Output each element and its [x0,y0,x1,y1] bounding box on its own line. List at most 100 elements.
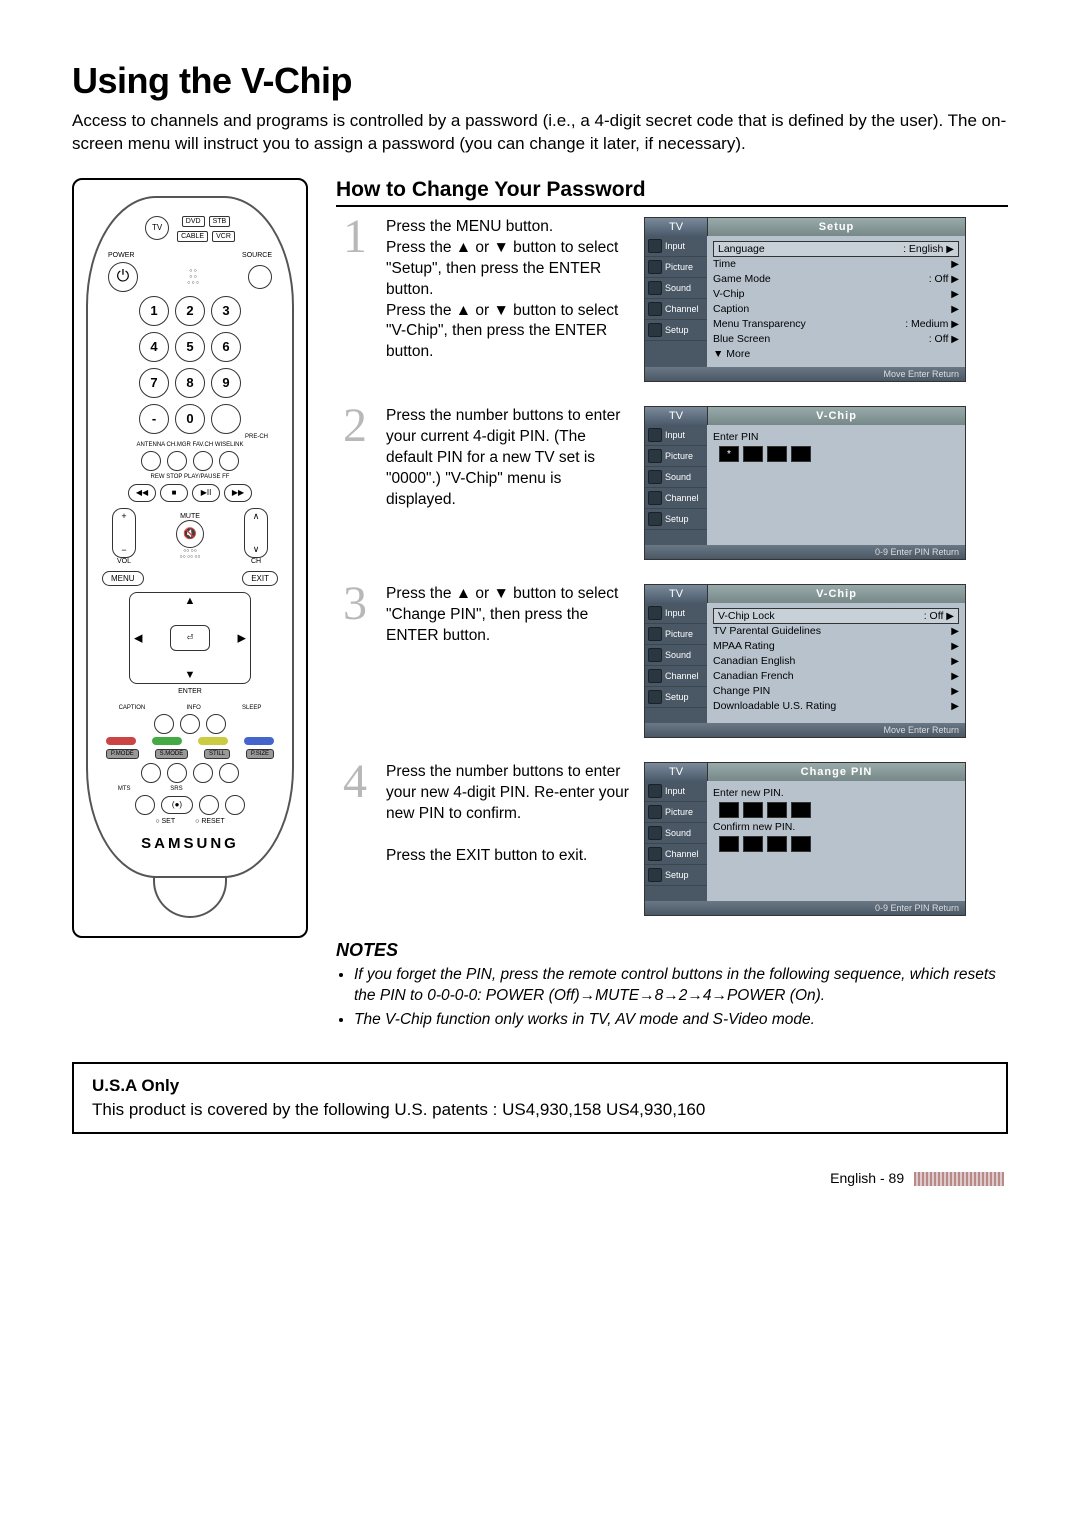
remote-num-4: 4 [139,332,169,362]
osd-side-item: Input [645,236,707,257]
remote-mode-dvd: DVD [182,216,205,227]
remote-dash: - [139,404,169,434]
osd-side-item: Setup [645,687,707,708]
osd-side-item: Picture [645,624,707,645]
osd-row: Language: English ▶ [713,241,959,257]
remote-mode-stb: STB [209,216,231,227]
remote-exit: EXIT [242,571,278,586]
remote-power-label: POWER [108,252,134,259]
notes-list: If you forget the PIN, press the remote … [336,965,1008,1031]
remote-num-1: 1 [139,296,169,326]
remote-prech-btn [211,404,241,434]
pin-box [767,446,787,462]
remote-mode-cable: CABLE [177,231,208,242]
step-text: Press the MENU button.Press the ▲ or ▼ b… [386,217,632,363]
osd-row: MPAA Rating ▶ [713,639,959,654]
remote-num-0: 0 [175,404,205,434]
osd-side-item: Channel [645,488,707,509]
osd-row: Blue Screen: Off ▶ [713,332,959,347]
usa-box: U.S.A Only This product is covered by th… [72,1062,1008,1134]
page-title: Using the V-Chip [72,60,1008,102]
osd-side-item: Sound [645,278,707,299]
remote-num-3: 3 [211,296,241,326]
osd-tv-tab: TV [645,218,708,236]
mute-icon: 🔇 [176,520,204,548]
osd-side-item: Sound [645,823,707,844]
osd-row: Change PIN ▶ [713,684,959,699]
play-pause-icon: ▶II [192,484,220,502]
footer-bar-icon [914,1172,1004,1186]
osd-footer: 0-9 Enter PIN Return [645,545,965,559]
remote-vol: +− [112,508,136,558]
osd-title: V-Chip [708,585,965,603]
power-icon: ⏻ [108,262,138,292]
step-number: 1 [336,217,374,258]
enter-icon: ⏎ [170,625,210,651]
osd-row: TV Parental Guidelines ▶ [713,624,959,639]
osd-side-item: Sound [645,645,707,666]
osd-row: Menu Transparency: Medium ▶ [713,317,959,332]
pin-box [767,836,787,852]
note-item: The V-Chip function only works in TV, AV… [354,1010,1008,1031]
usa-heading: U.S.A Only [92,1076,988,1096]
step-text: Press the number buttons to enter your n… [386,762,632,867]
osd-side-item: Picture [645,257,707,278]
remote-dpad: ▲ ▼ ◀ ▶ ⏎ [129,592,251,684]
red-bar-icon [106,737,136,745]
osd-row: Time ▶ [713,257,959,272]
yellow-bar-icon [198,737,228,745]
osd-side-item: Setup [645,865,707,886]
osd-footer: Move Enter Return [645,367,965,381]
remote-enter-label: ENTER [98,688,282,695]
stop-icon: ■ [160,484,188,502]
osd-row: ▼ More [713,347,959,362]
osd-side-item: Input [645,425,707,446]
remote-source-btn [248,265,272,289]
osd-screenshot: TVSetupInputPictureSoundChannelSetupLang… [644,217,966,382]
step: 2 Press the number buttons to enter your … [336,406,1008,560]
pin-box: * [719,446,739,462]
step-number: 4 [336,762,374,803]
osd-side-item: Channel [645,666,707,687]
osd-row: Canadian French ▶ [713,669,959,684]
osd-tv-tab: TV [645,407,708,425]
step-number: 2 [336,406,374,447]
remote-mode-vcr: VCR [212,231,235,242]
osd-side-item: Sound [645,467,707,488]
osd-side-item: Setup [645,320,707,341]
osd-title: Change PIN [708,763,965,781]
remote-illustration: TV DVD STB CABLE VCR [72,178,308,938]
pin-box [743,802,763,818]
ff-icon: ▶▶ [224,484,252,502]
osd-side-item: Picture [645,446,707,467]
osd-row: V-Chip Lock: Off ▶ [713,608,959,624]
osd-side-item: Setup [645,509,707,530]
osd-title: V-Chip [708,407,965,425]
step-number: 3 [336,584,374,625]
remote-num-5: 5 [175,332,205,362]
blue-bar-icon [244,737,274,745]
usa-body: This product is covered by the following… [92,1100,988,1120]
remote-num-9: 9 [211,368,241,398]
step: 3 Press the ▲ or ▼ button to select "Chan… [336,584,1008,738]
section-title: How to Change Your Password [336,178,1008,207]
step-text: Press the number buttons to enter your c… [386,406,632,511]
green-bar-icon [152,737,182,745]
remote-prech-label: PRE-CH [98,434,282,440]
osd-row: Downloadable U.S. Rating ▶ [713,699,959,714]
osd-footer: 0-9 Enter PIN Return [645,901,965,915]
osd-tv-tab: TV [645,585,708,603]
pin-box [767,802,787,818]
remote-brand: SAMSUNG [98,835,282,852]
page-footer: English - 89 [830,1170,904,1186]
remote-transport-labels: REW STOP PLAY/PAUSE FF [98,474,282,480]
osd-title: Setup [708,218,965,236]
notes-heading: NOTES [336,940,1008,961]
remote-menu: MENU [102,571,144,586]
remote-tv: TV [145,216,169,240]
osd-side-item: Input [645,781,707,802]
step-text: Press the ▲ or ▼ button to select "Chang… [386,584,632,647]
osd-side-item: Channel [645,844,707,865]
step: 1 Press the MENU button.Press the ▲ or ▼ … [336,217,1008,382]
pin-box [743,836,763,852]
